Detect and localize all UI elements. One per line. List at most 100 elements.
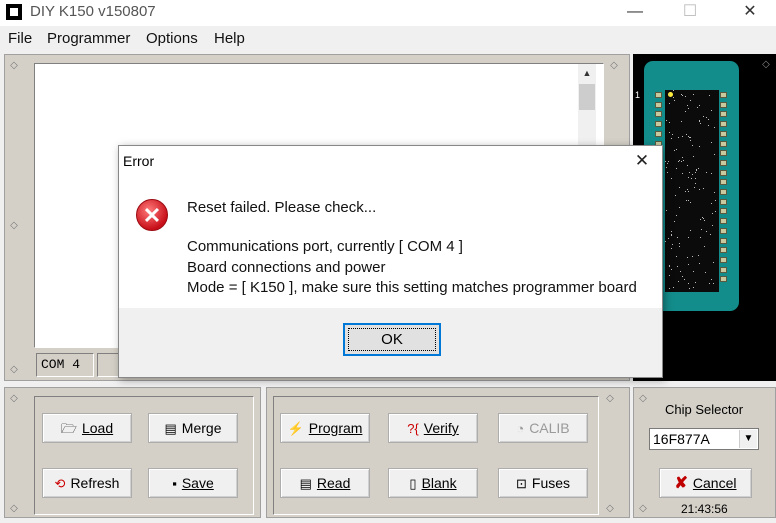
chip-pin	[720, 218, 727, 225]
chip-texture-dot	[695, 183, 696, 184]
chip-texture-dot	[679, 187, 680, 188]
chip-texture-dot	[688, 283, 689, 284]
chip-texture-dot	[677, 266, 678, 267]
chip-texture-dot	[678, 161, 679, 162]
splitter-handle-icon[interactable]: ◇	[761, 60, 771, 70]
title-bar: DIY K150 v150807 — ☐ ✕	[0, 0, 776, 26]
chip-texture-dot	[690, 202, 691, 203]
error-message-line: Reset failed. Please check...	[187, 199, 377, 216]
chip-texture-dot	[692, 174, 693, 175]
error-message-line: Communications port, currently [ COM 4 ]	[187, 238, 463, 255]
chip-texture-dot	[679, 207, 680, 208]
chip-texture-dot	[683, 160, 684, 161]
refresh-button[interactable]: ⟲ Refresh	[42, 468, 132, 498]
close-window-button[interactable]: ✕	[727, 0, 773, 26]
chip-texture-dot	[705, 272, 706, 273]
chip-texture-dot	[695, 172, 696, 173]
chip-texture-dot	[699, 121, 700, 122]
load-button[interactable]: 🗁 Load	[42, 413, 132, 443]
ok-button[interactable]: OK	[343, 323, 441, 356]
pin-one-label: 1	[635, 90, 641, 100]
chip-texture-dot	[679, 243, 680, 244]
dialog-close-button[interactable]: ✕	[627, 148, 657, 174]
splitter-handle-icon[interactable]: ◇	[638, 394, 648, 404]
chip-texture-dot	[689, 137, 690, 138]
chip-select[interactable]: 16F877A ▼	[649, 428, 759, 450]
merge-button[interactable]: ▤ Merge	[148, 413, 238, 443]
cancel-button[interactable]: ✘ Cancel	[659, 468, 752, 498]
chip-texture-dot	[691, 178, 692, 179]
splitter-handle-icon[interactable]: ◇	[605, 394, 615, 404]
chip-texture-dot	[676, 149, 677, 150]
app-icon[interactable]	[6, 4, 22, 20]
chip-texture-dot	[677, 237, 678, 238]
scroll-up-icon[interactable]: ▲	[578, 64, 596, 82]
chip-texture-dot	[690, 230, 691, 231]
program-button[interactable]: ⚡ Program	[280, 413, 370, 443]
chip-texture-dot	[688, 177, 689, 178]
chip-pin	[720, 140, 727, 147]
chip-texture-dot	[687, 165, 688, 166]
splitter-handle-icon[interactable]: ◇	[9, 61, 19, 71]
chip-texture-dot	[713, 283, 714, 284]
chip-texture-dot	[697, 107, 698, 108]
chip-texture-dot	[676, 215, 677, 216]
chip-select-value: 16F877A	[653, 431, 710, 447]
chip-texture-dot	[714, 192, 715, 193]
menu-file[interactable]: File	[8, 30, 32, 47]
chip-texture-dot	[688, 108, 689, 109]
calib-button[interactable]: ◔ CALIB	[498, 413, 588, 443]
maximize-button[interactable]: ☐	[667, 0, 713, 26]
chip-texture-dot	[678, 281, 679, 282]
chip-texture-dot	[704, 220, 705, 221]
menu-programmer[interactable]: Programmer	[47, 30, 130, 47]
chip-texture-dot	[693, 287, 694, 288]
chip-texture-dot	[699, 120, 700, 121]
splitter-handle-icon[interactable]: ◇	[9, 504, 19, 514]
chip-texture-dot	[668, 238, 669, 239]
fuses-icon: ⊡	[515, 475, 527, 491]
chip-texture-dot	[667, 172, 668, 173]
chip-texture-dot	[671, 234, 672, 235]
chip-pin	[655, 111, 662, 118]
chip-texture-dot	[686, 200, 687, 201]
chip-texture-dot	[671, 235, 672, 236]
chip-texture-dot	[700, 219, 701, 220]
verify-button[interactable]: ?{Verify	[388, 413, 478, 443]
chip-texture-dot	[681, 121, 682, 122]
splitter-handle-icon[interactable]: ◇	[605, 504, 615, 514]
splitter-handle-icon[interactable]: ◇	[638, 504, 648, 514]
scroll-thumb[interactable]	[579, 84, 595, 110]
save-button[interactable]: ▪ Save	[148, 468, 238, 498]
chip-texture-dot	[671, 138, 672, 139]
chip-texture-dot	[690, 137, 691, 138]
chip-texture-dot	[673, 90, 674, 91]
read-button[interactable]: ▤ Read	[280, 468, 370, 498]
chip-texture-dot	[667, 163, 668, 164]
chip-texture-dot	[711, 173, 712, 174]
splitter-handle-icon[interactable]: ◇	[9, 394, 19, 404]
chip-texture-dot	[706, 231, 707, 232]
chip-pin	[720, 179, 727, 186]
minimize-button[interactable]: —	[612, 0, 658, 26]
menu-help[interactable]: Help	[214, 30, 245, 47]
chip-texture-dot	[669, 275, 670, 276]
splitter-handle-icon[interactable]: ◇	[609, 61, 619, 71]
chip-texture-dot	[696, 170, 697, 171]
chip-texture-dot	[676, 256, 677, 257]
menu-options[interactable]: Options	[146, 30, 198, 47]
chip-pin	[655, 101, 662, 108]
chip-texture-dot	[708, 119, 709, 120]
chip-pin	[720, 227, 727, 234]
splitter-handle-icon[interactable]: ◇	[9, 365, 19, 375]
chip-texture-dot	[682, 136, 683, 137]
chevron-down-icon[interactable]: ▼	[739, 430, 757, 448]
fuses-button[interactable]: ⊡ Fuses	[498, 468, 588, 498]
chip-selector-label: Chip Selector	[665, 402, 744, 417]
splitter-handle-icon[interactable]: ◇	[9, 221, 19, 231]
chip-texture-dot	[700, 123, 701, 124]
blank-button[interactable]: ▯ Blank	[388, 468, 478, 498]
chip-texture-dot	[685, 111, 686, 112]
chip-texture-dot	[699, 263, 700, 264]
chip-texture-dot	[668, 161, 669, 162]
